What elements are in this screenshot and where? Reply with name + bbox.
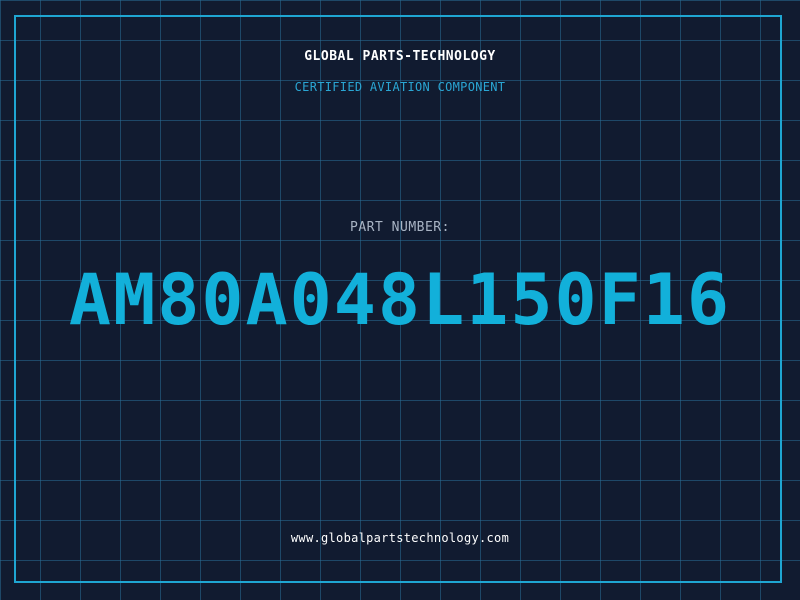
website-url: www.globalpartstechnology.com — [290, 531, 510, 545]
label-canvas: GLOBAL PARTS-TECHNOLOGY CERTIFIED AVIATI… — [0, 0, 800, 600]
certification-tagline: CERTIFIED AVIATION COMPONENT — [294, 80, 506, 94]
part-number-label: PART NUMBER: — [350, 220, 450, 235]
brand-name: GLOBAL PARTS-TECHNOLOGY — [304, 49, 496, 64]
part-number-value: AM80A048L150F16 — [68, 259, 732, 341]
